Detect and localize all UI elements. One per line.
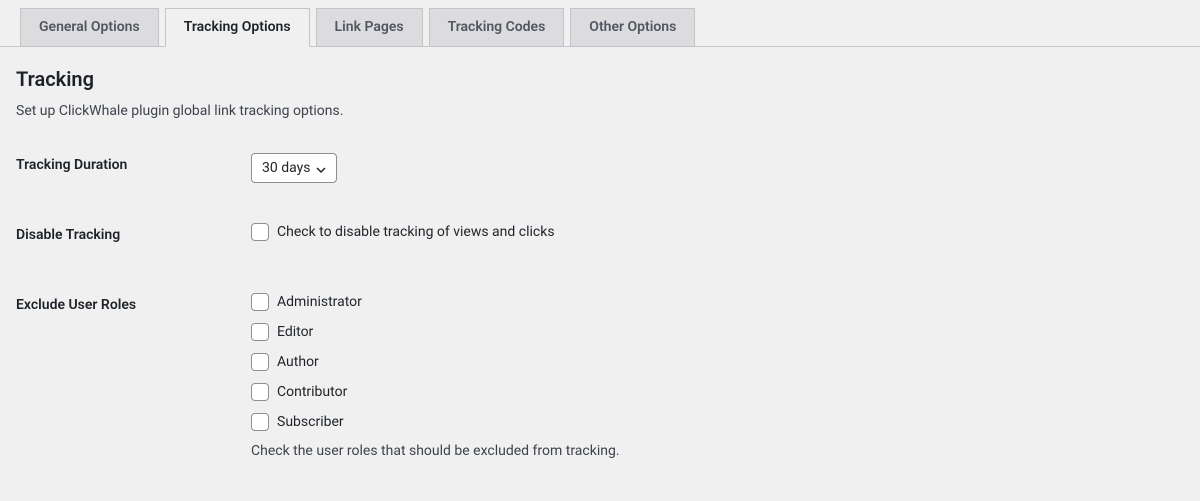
tab-link-pages[interactable]: Link Pages xyxy=(316,8,423,46)
tracking-duration-select[interactable]: 30 days xyxy=(251,153,337,183)
tab-general-options[interactable]: General Options xyxy=(20,8,159,46)
role-subscriber-label: Subscriber xyxy=(277,414,344,430)
role-author-checkbox[interactable] xyxy=(251,353,269,371)
tracking-duration-label: Tracking Duration xyxy=(16,153,251,173)
role-author-label: Author xyxy=(277,354,319,370)
role-contributor-label: Contributor xyxy=(277,384,347,400)
tracking-duration-value: 30 days xyxy=(262,160,310,176)
role-administrator-checkbox[interactable] xyxy=(251,293,269,311)
exclude-roles-help: Check the user roles that should be excl… xyxy=(251,443,1184,459)
content-area: Tracking Set up ClickWhale plugin global… xyxy=(0,47,1200,489)
role-administrator-label: Administrator xyxy=(277,294,362,310)
tab-other-options[interactable]: Other Options xyxy=(570,8,695,46)
tab-tracking-options[interactable]: Tracking Options xyxy=(165,8,310,47)
disable-tracking-label: Disable Tracking xyxy=(16,223,251,243)
exclude-roles-label: Exclude User Roles xyxy=(16,293,251,313)
role-contributor-checkbox[interactable] xyxy=(251,383,269,401)
tab-tracking-codes[interactable]: Tracking Codes xyxy=(429,8,565,46)
disable-tracking-checkbox-label: Check to disable tracking of views and c… xyxy=(277,224,555,240)
role-subscriber-checkbox[interactable] xyxy=(251,413,269,431)
section-description: Set up ClickWhale plugin global link tra… xyxy=(16,103,1184,119)
tabs-nav: General Options Tracking Options Link Pa… xyxy=(0,0,1200,47)
role-editor-checkbox[interactable] xyxy=(251,323,269,341)
role-editor-label: Editor xyxy=(277,324,313,340)
field-tracking-duration: Tracking Duration 30 days xyxy=(16,153,1184,183)
field-exclude-roles: Exclude User Roles Administrator Editor … xyxy=(16,293,1184,459)
field-disable-tracking: Disable Tracking Check to disable tracki… xyxy=(16,223,1184,253)
disable-tracking-checkbox[interactable] xyxy=(251,223,269,241)
chevron-down-icon xyxy=(316,163,326,173)
section-title: Tracking xyxy=(16,67,1184,91)
